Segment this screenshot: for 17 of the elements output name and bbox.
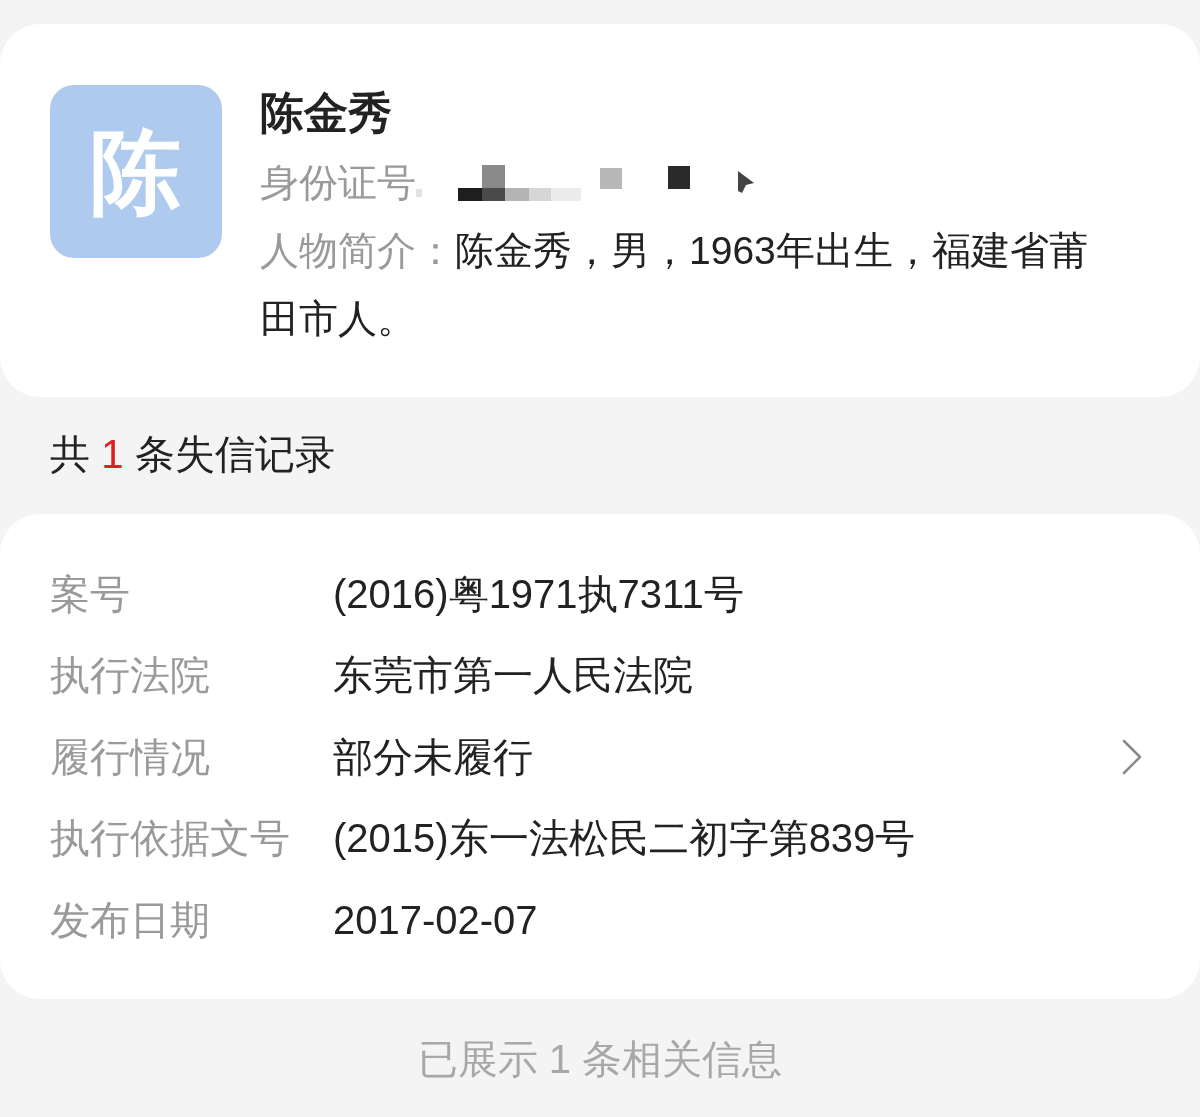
field-value: 东莞市第一人民法院 xyxy=(333,652,693,700)
field-label: 执行法院 xyxy=(50,652,211,700)
field-value: 2017-02-07 xyxy=(333,896,538,944)
field-value: (2015)东一法松民二初字第839号 xyxy=(333,815,916,863)
field-value: 部分未履行 xyxy=(333,733,533,781)
field-label: 发布日期 xyxy=(50,896,211,944)
person-name: 陈金秀 xyxy=(260,87,392,139)
field-label: 案号 xyxy=(50,570,131,618)
footer-note: 已展示 1 条相关信息 xyxy=(417,1035,783,1083)
field-label: 执行依据文号 xyxy=(50,815,291,863)
record-count-text: 共 1 条失信记录 xyxy=(50,431,335,478)
field-label: 履行情况 xyxy=(50,733,211,781)
id-number-label: 身份证号 xyxy=(260,159,416,206)
field-value: (2016)粤1971执7311号 xyxy=(333,570,744,618)
chevron-right-icon[interactable] xyxy=(1122,738,1142,775)
avatar-initial: 陈 xyxy=(50,85,222,258)
profile-intro: 人物简介：陈金秀，男，1963年出生，福建省莆田市人。 xyxy=(260,228,1089,342)
